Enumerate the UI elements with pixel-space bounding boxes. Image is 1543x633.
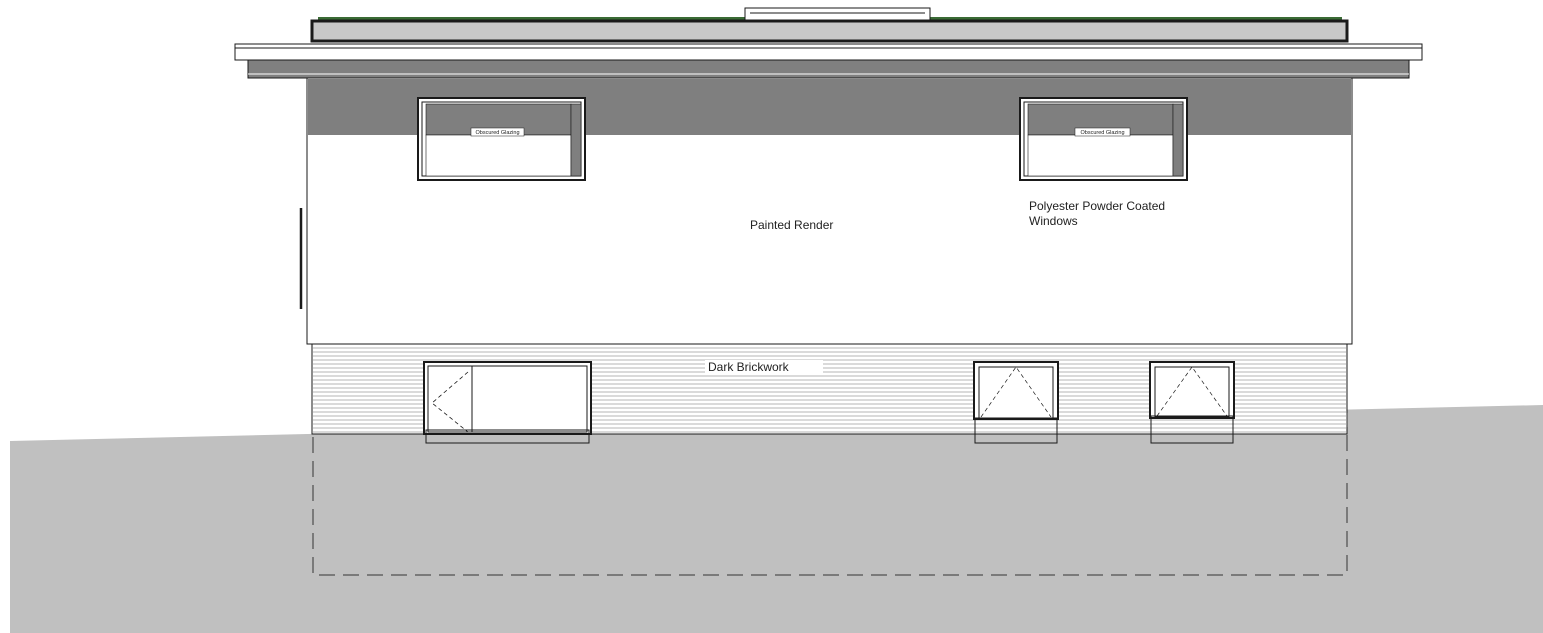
label-windows-line1: Polyester Powder Coated <box>1029 199 1165 213</box>
fascia-strip <box>247 59 1410 79</box>
window-upper-right <box>1019 97 1188 181</box>
window-upper-left <box>417 97 586 181</box>
folding-door-left <box>423 361 592 444</box>
eaves-soffit <box>234 43 1423 61</box>
label-obscured-glazing-left: Obscured Glazing <box>475 130 519 136</box>
label-painted-render: Painted Render <box>750 218 833 232</box>
elevation-drawing: Obscured Glazing Obscured Glazing Painte… <box>10 7 1543 633</box>
label-obscured-glazing-right: Obscured Glazing <box>1080 130 1124 136</box>
label-dark-brickwork: Dark Brickwork <box>708 360 790 374</box>
label-windows-line2: Windows <box>1029 214 1078 228</box>
roof-parapet <box>310 19 1349 43</box>
roof-light <box>744 7 931 21</box>
ground-plane <box>10 405 1543 633</box>
